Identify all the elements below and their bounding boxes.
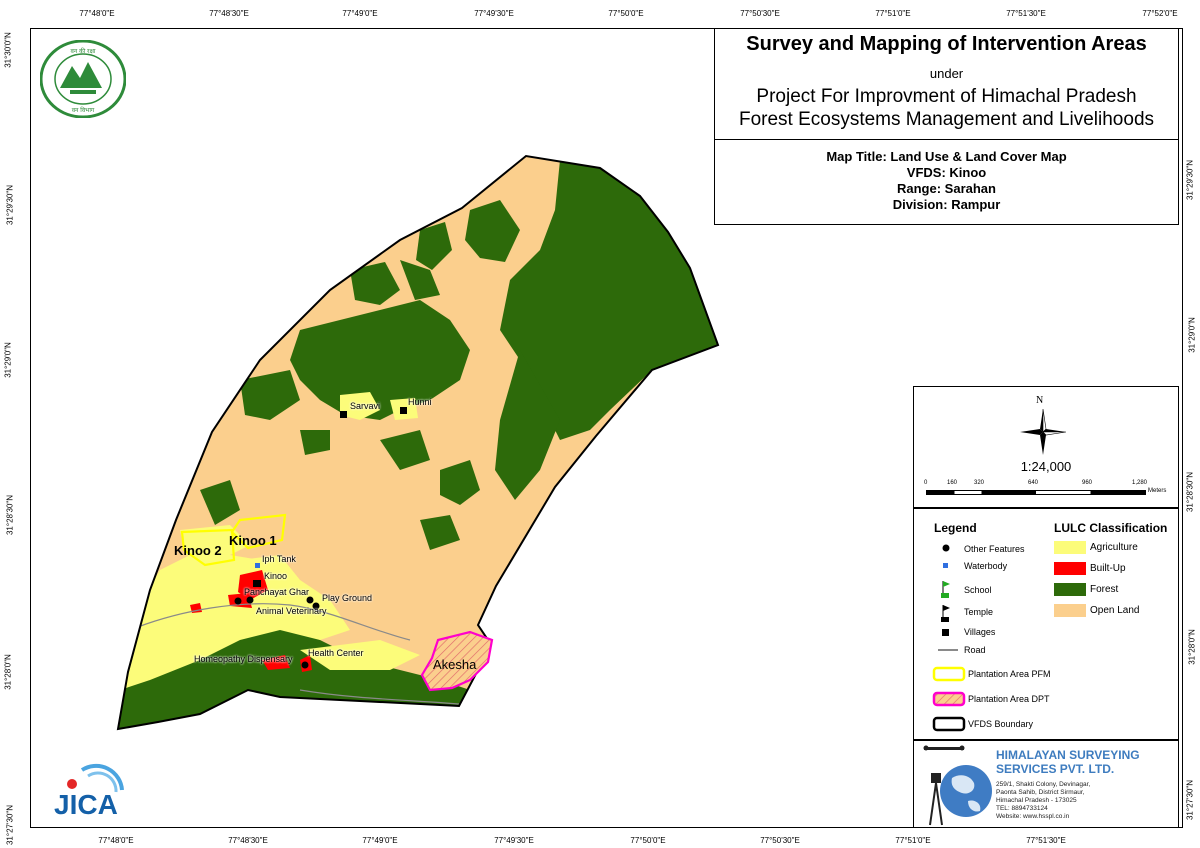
address-line: Paonta Sahib, District Sirmaur, (996, 789, 1085, 796)
village-marker-hunni (400, 407, 407, 414)
waterbody-icon (943, 563, 948, 568)
range-text: Range: Sarahan (897, 181, 996, 196)
legend-label: School (964, 585, 992, 595)
label-health-center: Health Center (308, 648, 364, 658)
area-label: Plantation Area PFM (968, 669, 1051, 679)
scale-unit: Meters (1148, 488, 1167, 494)
svg-text:JICA: JICA (54, 789, 118, 818)
forest-swatch (1054, 583, 1086, 596)
title-under: under (929, 66, 964, 81)
other-features-icon (942, 544, 950, 552)
scale-ratio: 1:24,000 (1020, 459, 1072, 474)
label-play-ground: Play Ground (322, 593, 373, 603)
lulc-label: Built-Up (1090, 563, 1126, 574)
vfds-boundary-icon (932, 716, 966, 732)
label-iph-tank: Iph Tank (262, 554, 296, 564)
scale-label: 1,280 (1132, 480, 1148, 486)
temple-flag-icon (941, 605, 950, 622)
project-title: Project For Improvment of Himachal Prade… (715, 85, 1178, 131)
lulc-label: Agriculture (1090, 542, 1138, 553)
legend-label: Waterbody (964, 561, 1008, 571)
scale-box: N 1:24,000 0 160 320 640 960 1,280 Meter… (913, 386, 1179, 508)
other-feature-marker (306, 596, 314, 604)
address-line: Website: www.hsspl.co.in (996, 813, 1070, 820)
address-line: 259/1, Shakti Colony, Devinagar, (996, 781, 1091, 788)
built-up-swatch (1054, 562, 1086, 575)
company-box: HIMALAYAN SURVEYING SERVICES PVT. LTD. 2… (913, 740, 1179, 828)
label-sarvavi: Sarvavi (350, 401, 381, 411)
legend-label: Other Features (964, 544, 1025, 554)
company-address: 259/1, Shakti Colony, Devinagar, Paonta … (996, 781, 1090, 821)
pfm-icon (932, 666, 966, 682)
project-title-line2: Forest Ecosystems Management and Livelih… (738, 109, 1155, 130)
legend-symbols (938, 544, 958, 651)
jica-logo: JICA (52, 760, 124, 820)
label-hunni: Hunni (408, 397, 432, 407)
title-box: Survey and Mapping of Intervention Areas… (714, 28, 1179, 225)
lulc-label: Open Land (1090, 605, 1140, 616)
area-label: Plantation Area DPT (968, 694, 1050, 704)
map-main-title: Survey and Mapping of Intervention Areas (746, 33, 1147, 55)
north-letter: N (1036, 395, 1044, 406)
other-feature-marker (301, 661, 309, 669)
legend-label: Villages (964, 627, 996, 637)
school-flag-icon (941, 581, 950, 598)
company-name-line2: SERVICES PVT. LTD. (996, 762, 1115, 776)
scale-label: 640 (1028, 480, 1039, 486)
other-feature-marker (246, 596, 254, 604)
svg-text:वन की रक्षा: वन की रक्षा (71, 47, 96, 55)
map-info: Map Title: Land Use & Land Cover Map VFD… (715, 149, 1178, 213)
company-name-line1: HIMALAYAN SURVEYING (996, 748, 1140, 762)
division-text: Division: Rampur (892, 197, 1001, 212)
villages-icon (942, 629, 949, 636)
lulc-title: LULC Classification (1054, 521, 1168, 535)
label-animal-veterinary: Animal Veterinary (256, 606, 327, 616)
title-divider (715, 139, 1178, 140)
area-label: VFDS Boundary (968, 719, 1034, 729)
legend-title: Legend (934, 521, 977, 535)
scale-label: 960 (1082, 480, 1093, 486)
label-akesha: Akesha (433, 657, 477, 672)
project-title-line1: Project For Improvment of Himachal Prade… (756, 86, 1137, 107)
hp-forest-logo: वन की रक्षा वन विभाग (39, 39, 127, 119)
dpt-icon (932, 691, 966, 707)
area-symbols (932, 666, 966, 732)
scale-label: 160 (947, 480, 958, 486)
north-arrow-icon (1020, 408, 1067, 455)
label-kinoo: Kinoo (264, 571, 288, 581)
legend-box: Legend LULC Classification Other Feature… (913, 508, 1179, 740)
scale-bar (926, 490, 1146, 495)
map-page: 77°48'0"E 77°48'30"E 77°49'0"E 77°49'30"… (0, 0, 1200, 848)
open-land-swatch (1054, 604, 1086, 617)
scale-label: 0 (924, 480, 928, 486)
lulc-label: Forest (1090, 584, 1119, 595)
svg-text:वन विभाग: वन विभाग (72, 106, 95, 114)
agriculture-swatch (1054, 541, 1086, 554)
label-panchayat-ghar: Panchayat Ghar (244, 587, 310, 597)
surveying-globe-icon (923, 745, 992, 826)
scale-label: 320 (974, 480, 985, 486)
vfds-text: VFDS: Kinoo (906, 165, 987, 180)
company-name: HIMALAYAN SURVEYING SERVICES PVT. LTD. (996, 748, 1140, 776)
map-title-text: Map Title: Land Use & Land Cover Map (826, 149, 1067, 164)
village-marker-kinoo (253, 580, 261, 587)
village-marker-sarvavi (340, 411, 347, 418)
label-homeopathy-dispensary: Homeopathy Dispensary (194, 654, 293, 664)
label-kinoo1: Kinoo 1 (229, 533, 277, 548)
address-line: TEL: 8894733124 (996, 805, 1048, 812)
address-line: Himachal Pradesh - 173025 (996, 797, 1077, 804)
label-kinoo2: Kinoo 2 (174, 543, 222, 558)
other-feature-marker (234, 597, 242, 605)
waterbody-marker (255, 563, 260, 568)
legend-label: Temple (964, 607, 994, 617)
legend-label: Road (964, 645, 986, 655)
